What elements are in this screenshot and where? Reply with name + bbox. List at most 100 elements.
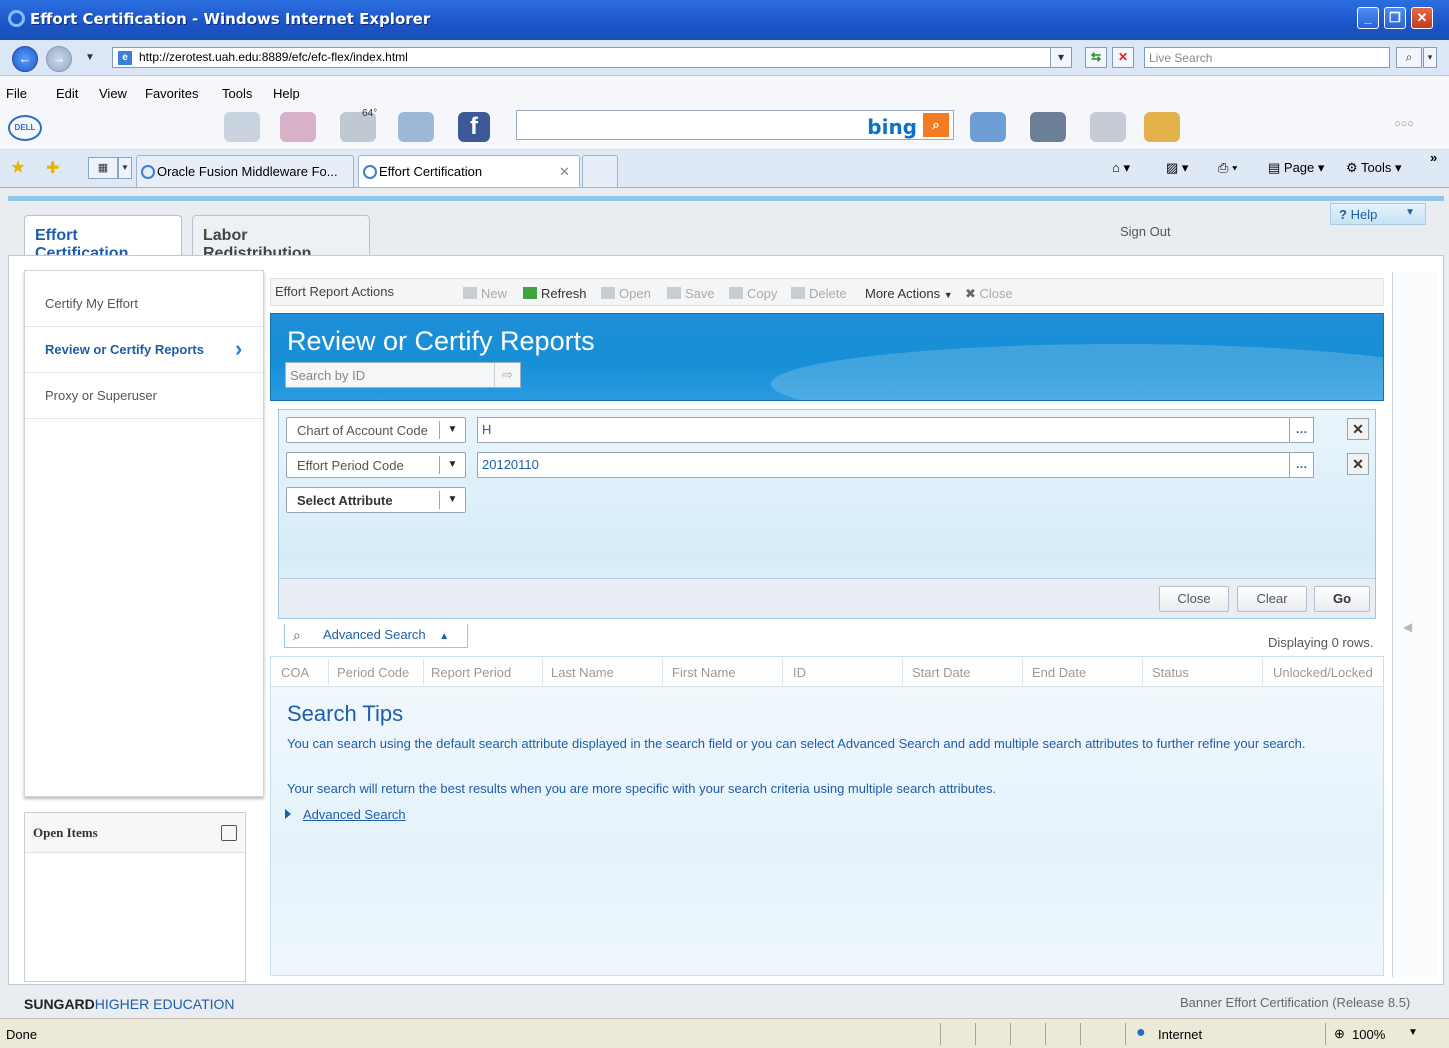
column-header-coa[interactable]: COA: [281, 665, 309, 680]
close-action-button[interactable]: ✖ Close: [965, 286, 1013, 302]
status-separator: [1045, 1023, 1046, 1045]
close-tab-icon[interactable]: ✕: [559, 164, 570, 180]
minimize-button[interactable]: _: [1357, 7, 1379, 29]
more-actions-menu[interactable]: More Actions ▼: [865, 286, 953, 301]
stocks-icon[interactable]: [1090, 112, 1126, 142]
page-menu[interactable]: ▤ Page ▾: [1268, 160, 1324, 176]
refresh-page-icon[interactable]: ⇆: [1085, 47, 1107, 68]
lookup-icon[interactable]: …: [1289, 418, 1313, 442]
quick-tabs-icon[interactable]: ▦: [88, 157, 118, 179]
column-header-last-name[interactable]: Last Name: [551, 665, 614, 680]
tab-effort-certification[interactable]: Effort Certification ✕: [358, 155, 580, 187]
effort-period-value-field[interactable]: 20120110…: [477, 452, 1314, 478]
new-icon: [463, 287, 477, 299]
shopping-icon[interactable]: [1144, 112, 1180, 142]
favorites-star-icon[interactable]: ★: [10, 157, 26, 178]
column-header-unlocked-locked[interactable]: Unlocked/Locked: [1273, 665, 1373, 680]
url-dropdown-icon[interactable]: ▾: [1050, 47, 1072, 68]
restore-button[interactable]: ❐: [1384, 7, 1406, 29]
forward-icon[interactable]: →: [46, 46, 72, 72]
menu-favorites[interactable]: Favorites: [145, 86, 198, 101]
column-header-first-name[interactable]: First Name: [672, 665, 736, 680]
search-icon[interactable]: ⌕: [1396, 47, 1422, 68]
menu-file[interactable]: File: [6, 86, 27, 101]
save-label: Save: [685, 286, 715, 301]
back-icon[interactable]: ←: [12, 46, 38, 72]
refresh-button[interactable]: Refresh: [523, 286, 587, 301]
tab-labor-redistribution[interactable]: Labor Redistribution: [192, 215, 370, 262]
bing-search-icon[interactable]: ⌕: [923, 113, 949, 137]
attribute-select-effort-period[interactable]: Effort Period Code ▼: [286, 452, 466, 478]
advanced-search-link[interactable]: Advanced Search: [303, 807, 406, 822]
close-button[interactable]: Close: [1159, 586, 1229, 612]
save-button[interactable]: Save: [667, 286, 715, 301]
nav-proxy-or-superuser[interactable]: Proxy or Superuser: [25, 373, 263, 419]
column-header-id[interactable]: ID: [793, 665, 806, 680]
header-decoration: [771, 344, 1383, 400]
collapse-arrow-icon[interactable]: ◀: [1403, 620, 1412, 634]
nav-review-or-certify-reports[interactable]: Review or Certify Reports ›: [25, 327, 263, 373]
open-button[interactable]: Open: [601, 286, 651, 301]
thumbs-up-icon[interactable]: [970, 112, 1006, 142]
copy-button[interactable]: Copy: [729, 286, 777, 301]
menu-edit[interactable]: Edit: [56, 86, 78, 101]
column-header-period-code[interactable]: Period Code: [337, 665, 409, 680]
print-icon[interactable]: ⎙ ▾: [1218, 160, 1237, 176]
tab-list-icon[interactable]: ▼: [118, 157, 132, 179]
tools-menu[interactable]: ⚙ Tools ▾: [1346, 160, 1402, 176]
video-icon[interactable]: [1030, 112, 1066, 142]
more-options-icon[interactable]: ○○○: [1394, 118, 1414, 130]
select-attribute-dropdown[interactable]: Select Attribute ▼: [286, 487, 466, 513]
nav-certify-my-effort[interactable]: Certify My Effort: [25, 281, 263, 327]
add-favorite-icon[interactable]: ✚: [46, 158, 59, 178]
facebook-icon[interactable]: f: [458, 112, 490, 142]
new-tab-button[interactable]: [582, 155, 618, 187]
mail-icon[interactable]: [398, 112, 434, 142]
coa-value-field[interactable]: H…: [477, 417, 1314, 443]
search-go-arrow-icon[interactable]: ⇨: [494, 363, 520, 387]
new-button[interactable]: New: [463, 286, 507, 301]
stop-icon[interactable]: ✕: [1112, 47, 1134, 68]
clear-button[interactable]: Clear: [1237, 586, 1307, 612]
lookup-icon[interactable]: …: [1289, 453, 1313, 477]
menu-tools[interactable]: Tools: [222, 86, 252, 101]
help-button[interactable]: ? Help ▼: [1330, 203, 1426, 225]
chevron-right-icon: ›: [235, 336, 243, 361]
attribute-select-coa[interactable]: Chart of Account Code ▼: [286, 417, 466, 443]
window-close-button[interactable]: ✕: [1411, 7, 1433, 29]
column-header-end-date[interactable]: End Date: [1032, 665, 1086, 680]
save-icon: [667, 287, 681, 299]
column-header-start-date[interactable]: Start Date: [912, 665, 971, 680]
zoom-icon[interactable]: ⊕: [1334, 1026, 1345, 1042]
feeds-icon[interactable]: ▨ ▾: [1166, 160, 1188, 176]
column-header-status[interactable]: Status: [1152, 665, 1189, 680]
home-icon[interactable]: ⌂ ▾: [1112, 160, 1130, 176]
calendar-icon[interactable]: [280, 112, 316, 142]
sign-out-link[interactable]: Sign Out: [1120, 224, 1171, 239]
search-options-icon[interactable]: ▾: [1423, 47, 1437, 68]
zoom-level[interactable]: 100%: [1352, 1027, 1385, 1042]
maximize-icon[interactable]: [221, 825, 237, 841]
security-zone[interactable]: Internet: [1158, 1027, 1202, 1042]
live-search-input[interactable]: Live Search: [1144, 47, 1390, 68]
dell-logo-icon[interactable]: DELL: [8, 115, 42, 141]
go-button[interactable]: Go: [1314, 586, 1370, 612]
news-icon[interactable]: [224, 112, 260, 142]
right-collapse-rail[interactable]: ◀: [1392, 272, 1438, 977]
tab-effort-certification-app[interactable]: Effort Certification: [24, 215, 182, 262]
bing-search-input[interactable]: bing ⌕: [516, 110, 954, 140]
overflow-chevron-icon[interactable]: »: [1430, 150, 1437, 165]
menu-help[interactable]: Help: [273, 86, 300, 101]
remove-criterion-icon[interactable]: ✕: [1347, 453, 1369, 475]
url-field[interactable]: e http://zerotest.uah.edu:8889/efc/efc-fl…: [112, 47, 1070, 68]
delete-button[interactable]: Delete: [791, 286, 847, 301]
column-header-report-period[interactable]: Report Period: [431, 665, 511, 680]
zoom-dropdown-icon[interactable]: ▼: [1408, 1027, 1418, 1038]
history-dropdown-icon[interactable]: ▼: [85, 52, 95, 63]
menu-view[interactable]: View: [99, 86, 127, 101]
tab-oracle-fusion[interactable]: Oracle Fusion Middleware Fo...: [136, 155, 354, 187]
advanced-search-toggle[interactable]: ⌕ Advanced Search ▲: [284, 624, 468, 648]
weather-icon[interactable]: 64°: [340, 108, 377, 142]
search-by-id-input[interactable]: Search by ID ⇨: [285, 362, 521, 388]
remove-criterion-icon[interactable]: ✕: [1347, 418, 1369, 440]
